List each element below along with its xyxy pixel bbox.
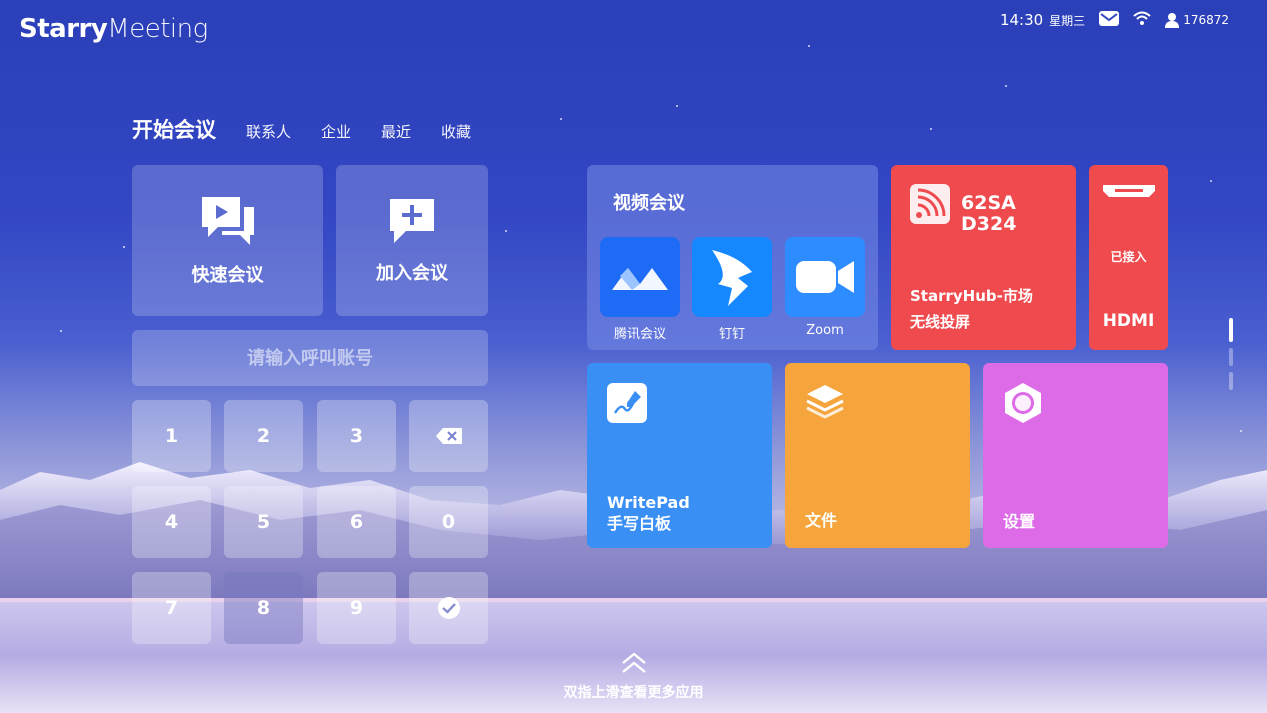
- backspace-icon: [435, 428, 462, 444]
- tab-contacts[interactable]: 联系人: [246, 121, 291, 142]
- page-dot: [1229, 348, 1233, 366]
- swipe-up-hint: 双指上滑查看更多应用: [0, 652, 1267, 702]
- check-circle-icon: [437, 597, 460, 619]
- confirm-call-key[interactable]: [409, 572, 488, 644]
- join-meeting-button[interactable]: 加入会议: [336, 165, 488, 316]
- app-logo: StarryMeeting: [19, 14, 208, 44]
- backspace-key[interactable]: [409, 400, 488, 472]
- dingtalk-icon: [692, 237, 772, 317]
- zoom-icon: [785, 237, 865, 317]
- key-2[interactable]: 2: [224, 400, 303, 472]
- key-9[interactable]: 9: [317, 572, 396, 644]
- cast-line2: 无线投屏: [910, 313, 971, 331]
- page-indicator: [1229, 318, 1233, 390]
- app-zoom[interactable]: Zoom: [785, 237, 865, 338]
- key-3[interactable]: 3: [317, 400, 396, 472]
- key-5[interactable]: 5: [224, 486, 303, 558]
- clock-time: 14:30: [999, 11, 1044, 29]
- call-account-input-wrap: [132, 330, 488, 386]
- join-meeting-label: 加入会议: [376, 262, 448, 284]
- mail-icon[interactable]: [1099, 10, 1120, 30]
- tab-start-meeting[interactable]: 开始会议: [132, 114, 216, 144]
- files-card[interactable]: 文件: [785, 363, 970, 548]
- hdmi-label: HDMI: [1102, 311, 1155, 331]
- clock-weekday: 星期三: [1049, 13, 1086, 28]
- hdmi-status: 已接入: [1110, 250, 1147, 264]
- cast-line1: StarryHub-市场: [910, 287, 1033, 305]
- tencent-meeting-icon: [600, 237, 680, 317]
- writepad-icon: [607, 383, 647, 423]
- double-chevron-up-icon: [621, 652, 646, 673]
- quick-meeting-label: 快速会议: [191, 264, 264, 286]
- quick-meeting-icon: [201, 196, 254, 245]
- swipe-up-label: 双指上滑查看更多应用: [563, 685, 704, 701]
- brand-bold: Starry: [19, 14, 108, 44]
- page-dot: [1229, 372, 1233, 390]
- app-dingtalk[interactable]: 钉钉: [692, 237, 772, 342]
- key-8[interactable]: 8: [224, 572, 303, 644]
- cast-icon: [910, 184, 950, 224]
- video-meeting-title: 视频会议: [613, 193, 685, 214]
- writepad-card[interactable]: WritePad 手写白板: [587, 363, 772, 548]
- page-dot-active: [1229, 318, 1233, 342]
- call-account-input[interactable]: [132, 346, 488, 370]
- settings-hex-icon: [1005, 383, 1041, 423]
- writepad-line1: WritePad: [607, 493, 690, 512]
- quick-meeting-button[interactable]: 快速会议: [132, 165, 323, 316]
- cast-device-name: 62SA D324: [961, 192, 1017, 235]
- tencent-meeting-label: 腾讯会议: [613, 327, 666, 342]
- files-stack-icon: [806, 385, 844, 419]
- user-id: 176872: [1183, 13, 1229, 27]
- join-meeting-icon: [390, 198, 434, 243]
- meeting-tabs: 开始会议 联系人 企业 最近 收藏: [132, 114, 471, 144]
- zoom-label: Zoom: [806, 323, 844, 338]
- hdmi-card[interactable]: 已接入 HDMI: [1089, 165, 1168, 350]
- key-1[interactable]: 1: [132, 400, 211, 472]
- user-account[interactable]: 176872: [1165, 12, 1229, 28]
- app-tencent-meeting[interactable]: 腾讯会议: [600, 237, 680, 342]
- tab-recent[interactable]: 最近: [381, 121, 411, 142]
- wifi-icon: [1133, 11, 1151, 30]
- settings-card[interactable]: 设置: [983, 363, 1168, 548]
- user-icon: [1165, 12, 1180, 28]
- settings-label: 设置: [1003, 512, 1036, 531]
- tab-enterprise[interactable]: 企业: [321, 121, 351, 142]
- key-4[interactable]: 4: [132, 486, 211, 558]
- tab-favorites[interactable]: 收藏: [441, 121, 471, 142]
- video-meeting-card: 视频会议 腾讯会议 钉钉 Zoom: [587, 165, 878, 350]
- dingtalk-label: 钉钉: [718, 327, 745, 342]
- hdmi-icon: [1103, 185, 1155, 197]
- key-7[interactable]: 7: [132, 572, 211, 644]
- status-bar: 14:30 星期三 176872: [1000, 10, 1229, 30]
- files-label: 文件: [805, 511, 838, 530]
- key-0[interactable]: 0: [409, 486, 488, 558]
- key-6[interactable]: 6: [317, 486, 396, 558]
- brand-light: Meeting: [107, 14, 208, 44]
- wireless-cast-card[interactable]: 62SA D324 StarryHub-市场 无线投屏: [891, 165, 1076, 350]
- writepad-line2: 手写白板: [607, 514, 672, 533]
